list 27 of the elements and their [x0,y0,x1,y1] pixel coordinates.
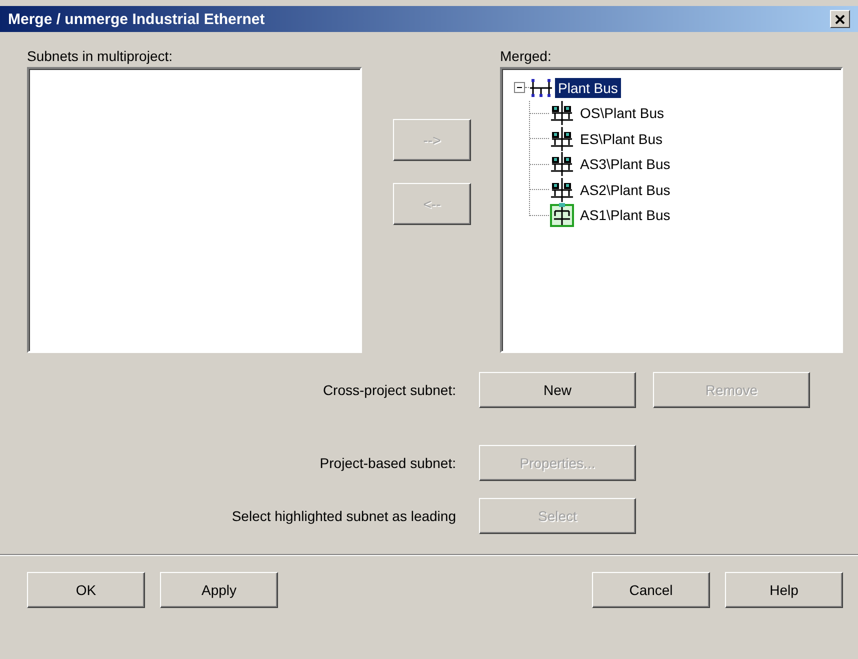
tree-item[interactable]: OS\Plant Bus [577,103,668,124]
dialog-button[interactable]: Apply [160,572,278,608]
field-label: Select highlighted subnet as leading [230,508,457,524]
network-icon [549,178,575,202]
tree-item[interactable]: AS1\Plant Bus [577,205,674,226]
network-icon [549,126,575,151]
subnets-label: Subnets in multiproject: [27,47,174,66]
network-icon [549,203,575,228]
dialog-button[interactable]: OK [27,572,145,608]
field-label: Project-based subnet: [318,455,457,471]
tree-item[interactable]: Plant Bus [555,78,621,98]
close-icon [835,14,845,24]
action-button[interactable]: New [479,372,636,408]
dialog-button[interactable]: Help [725,572,843,608]
window-title: Merge / unmerge Industrial Ethernet [8,10,265,28]
tree-item[interactable]: AS2\Plant Bus [577,180,674,200]
network-icon [549,101,575,126]
tree-item[interactable]: ES\Plant Bus [577,128,666,149]
field-label: Cross-project subnet: [322,382,457,398]
network-icon [549,152,575,176]
close-button[interactable] [830,10,850,28]
collapse-icon[interactable] [514,82,525,94]
bus-icon [529,78,553,98]
dialog-button[interactable]: Cancel [592,572,710,608]
merged-tree[interactable]: Plant Bus OS\Plant Bus ES\Plant Bus AS3\Plant Bus AS2\Plant Bus AS1\Plant Bus [500,67,843,353]
merged-label: Merged: [500,47,552,66]
tree-item[interactable]: AS3\Plant Bus [577,154,674,174]
